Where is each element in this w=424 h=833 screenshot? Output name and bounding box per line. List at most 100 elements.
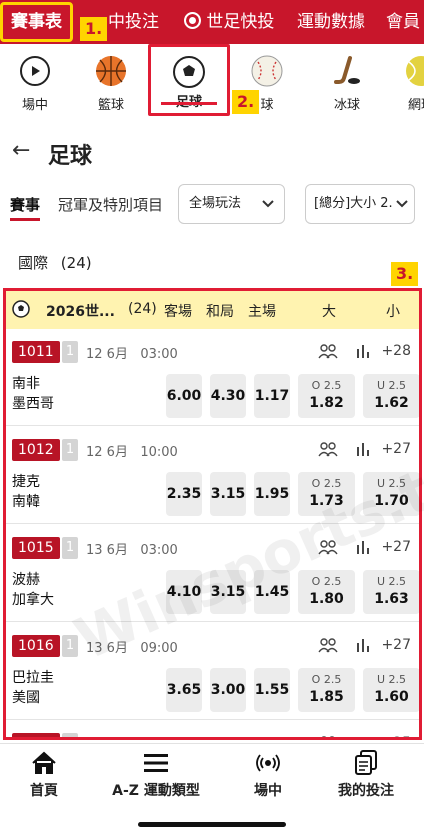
odds-draw[interactable]: 3.15: [210, 472, 246, 516]
sport-soccer[interactable]: 足球: [148, 44, 230, 116]
lineup-icon[interactable]: [318, 343, 338, 363]
odds-draw[interactable]: 3.15: [210, 570, 246, 614]
under-line: U 2.5: [376, 575, 407, 588]
stats-icon[interactable]: [356, 735, 370, 737]
nav-my-bets[interactable]: 我的投注: [334, 750, 398, 800]
odds-under[interactable]: U 2.5 1.60: [363, 668, 419, 712]
sport-hockey[interactable]: 冰球: [312, 44, 382, 124]
odds-over[interactable]: O 2.5 1.73: [298, 472, 355, 516]
match-row[interactable]: 1012 1 12 6月 10:00 +27 捷克 南韓 2.35 3.15 1.95 O 2.5…: [6, 427, 419, 524]
market-dropdown-value: 全場玩法: [189, 196, 242, 211]
team-home: 加拿大: [12, 592, 54, 608]
match-date: 12 6月: [86, 445, 128, 460]
league-name: 2026世...: [46, 304, 115, 320]
nav-live-label: 場中: [254, 783, 282, 799]
lineup-icon[interactable]: [318, 539, 338, 559]
tab-live-betting[interactable]: 中投注: [108, 0, 159, 44]
odds-draw[interactable]: 4.30: [210, 374, 246, 418]
tab-member[interactable]: 會員: [386, 0, 420, 44]
over-line: O 2.5: [311, 477, 342, 490]
under-line: U 2.5: [376, 477, 407, 490]
odds-over[interactable]: O 2.5 1.85: [298, 668, 355, 712]
tennis-icon: [404, 54, 424, 88]
team-away: 捷克: [12, 474, 40, 490]
live-signal-icon: [248, 750, 288, 776]
match-num-badge: 1: [62, 341, 78, 363]
lineup-icon[interactable]: [318, 735, 338, 737]
region-header[interactable]: 國際 (24): [18, 252, 92, 273]
tab-events[interactable]: 賽事: [10, 194, 41, 221]
stats-icon[interactable]: [356, 343, 370, 363]
home-icon: [26, 750, 62, 776]
match-id-badge: 1015: [12, 537, 60, 559]
more-markets[interactable]: +27: [381, 539, 411, 555]
total-dropdown[interactable]: [總分]大小 2.: [305, 184, 415, 224]
odds-home[interactable]: 1.45: [254, 570, 290, 614]
basketball-icon: [94, 54, 128, 88]
odds-home[interactable]: 1.17: [254, 374, 290, 418]
stats-icon[interactable]: [356, 637, 370, 657]
sport-live-label: 場中: [21, 98, 48, 113]
match-row[interactable]: 1011 1 12 6月 03:00 +28 南非 墨西哥 6.00 4.30 1.17 O 2.…: [6, 329, 419, 426]
odds-under[interactable]: U 2.5 1.70: [363, 472, 419, 516]
odds-home[interactable]: 1.95: [254, 472, 290, 516]
over-price: 1.73: [309, 493, 344, 509]
tab-outrights[interactable]: 冠軍及特別項目: [58, 194, 163, 215]
bottom-nav: 首頁 A-Z 運動類型 場中 我的投注: [0, 743, 424, 833]
odds-home[interactable]: 1.55: [254, 668, 290, 712]
live-icon: [18, 54, 52, 88]
more-markets[interactable]: +27: [381, 637, 411, 653]
more-markets[interactable]: +28: [381, 343, 411, 359]
league-header[interactable]: 2026世... (24) 客場 和局 主場 大 小: [6, 291, 419, 329]
nav-live[interactable]: 場中: [248, 750, 288, 800]
league-count: (24): [128, 301, 157, 317]
odds-draw[interactable]: 3.00: [210, 668, 246, 712]
back-arrow-icon[interactable]: ←: [12, 138, 30, 163]
team-away: 南非: [12, 376, 40, 392]
lineup-icon[interactable]: [318, 441, 338, 461]
sport-live[interactable]: 場中: [0, 44, 70, 124]
match-date: 13 6月: [86, 641, 128, 656]
odds-away[interactable]: 2.35: [166, 472, 202, 516]
sport-tennis[interactable]: 網球: [386, 44, 424, 124]
team-home: 墨西哥: [12, 396, 54, 412]
tab-schedule[interactable]: 賽事表: [0, 2, 73, 42]
market-dropdown[interactable]: 全場玩法: [178, 184, 285, 224]
col-away: 客場: [164, 304, 192, 320]
over-price: 1.85: [309, 689, 344, 705]
tab-sports-stats[interactable]: 運動數據: [297, 0, 365, 44]
odds-over[interactable]: O 2.5 1.82: [298, 374, 355, 418]
stats-icon[interactable]: [356, 441, 370, 461]
odds-away[interactable]: 6.00: [166, 374, 202, 418]
sport-basketball[interactable]: 籃球: [76, 44, 146, 124]
match-row[interactable]: 1016 1 13 6月 09:00 +27 巴拉圭 美國 3.65 3.00 1.55 O 2.…: [6, 623, 419, 720]
match-row[interactable]: 10291 14 6月 +25: [6, 721, 419, 740]
match-datetime: 12 6月 03:00: [86, 343, 178, 362]
sport-soccer-label: 足球: [151, 91, 227, 110]
odds-away[interactable]: 3.65: [166, 668, 202, 712]
over-line: O 2.5: [311, 673, 342, 686]
odds-away[interactable]: 4.10: [166, 570, 202, 614]
odds-under[interactable]: U 2.5 1.62: [363, 374, 419, 418]
nav-home[interactable]: 首頁: [26, 750, 62, 800]
sport-selector: 場中 籃球 足球 球 冰球 網球: [0, 44, 424, 124]
col-home: 主場: [248, 304, 276, 320]
odds-under[interactable]: U 2.5 1.63: [363, 570, 419, 614]
stats-icon[interactable]: [356, 539, 370, 559]
odds-over[interactable]: O 2.5 1.80: [298, 570, 355, 614]
more-markets[interactable]: +27: [381, 441, 411, 457]
under-price: 1.70: [374, 493, 409, 509]
tab-world-cup-quickbet[interactable]: 世足快投: [184, 0, 274, 44]
match-time: 03:00: [140, 347, 178, 362]
region-name: 國際: [18, 254, 49, 272]
match-row[interactable]: 1015 1 13 6月 03:00 +27 波赫 加拿大 4.10 3.15 1.45 O 2.…: [6, 525, 419, 622]
match-date: 14 6月: [86, 739, 128, 740]
nav-az-label: A-Z 運動類型: [112, 783, 200, 799]
nav-home-label: 首頁: [30, 783, 58, 799]
more-markets[interactable]: +25: [381, 735, 411, 737]
lineup-icon[interactable]: [318, 637, 338, 657]
match-date: 12 6月: [86, 347, 128, 362]
sport-hockey-label: 冰球: [333, 98, 360, 113]
nav-az-sports[interactable]: A-Z 運動類型: [110, 750, 202, 800]
annotation-3: 3.: [391, 262, 419, 286]
